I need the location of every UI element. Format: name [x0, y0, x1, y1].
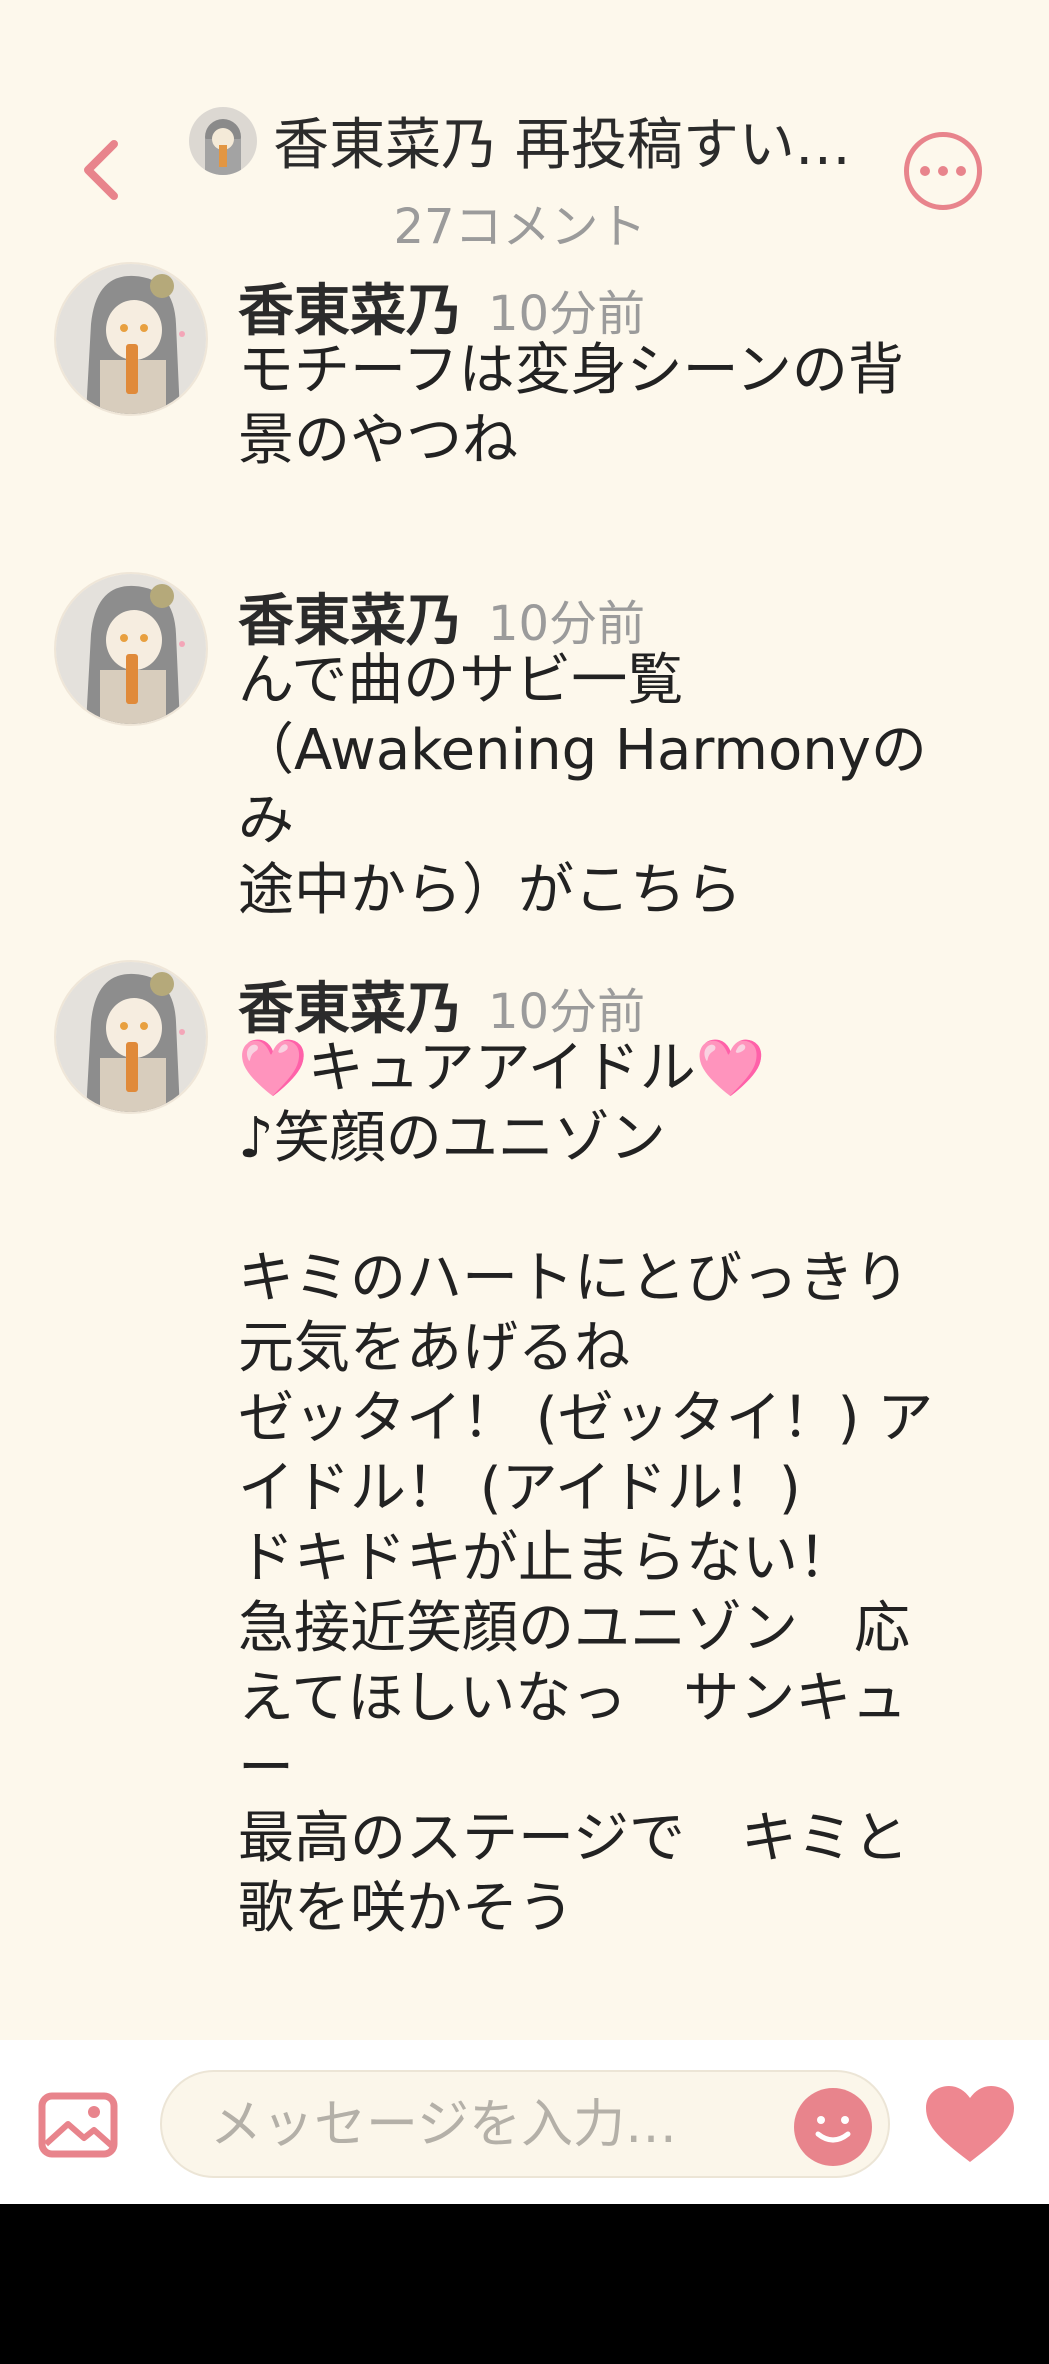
- comment-line: 🩷キュアアイドル🩷: [238, 1036, 766, 1101]
- chevron-left-icon: [84, 140, 118, 200]
- comment-text: モチーフは変身シーンの背 景のやつね: [238, 336, 978, 476]
- comment-body: 香東菜乃 10分前 🩷キュアアイドル🩷 ♪笑顔のユニゾン キミのハートにとびっき…: [238, 964, 978, 1944]
- comment-body: 香東菜乃 10分前 モチーフは変身シーンの背 景のやつね: [238, 266, 978, 476]
- comment-line: ゼッタイ！ (ゼッタイ！) ア: [238, 1386, 934, 1451]
- comment-line: ドキドキが止まらない！: [238, 1526, 854, 1591]
- comment-line: [238, 1174, 978, 1244]
- comment-time: 10分前: [488, 984, 646, 1040]
- comment-time: 10分前: [488, 286, 646, 342]
- comment-line: 景のやつね: [238, 408, 518, 473]
- back-button[interactable]: [70, 130, 130, 210]
- message-input-bar: [0, 2040, 1049, 2204]
- like-button[interactable]: [924, 2084, 1016, 2164]
- system-navigation-area: [0, 2204, 1049, 2364]
- comment-line: モチーフは変身シーンの背: [238, 338, 904, 403]
- comment-line: キミのハートにとびっきり: [238, 1246, 910, 1311]
- comment-time: 10分前: [488, 596, 646, 652]
- comment-author[interactable]: 香東菜乃: [238, 266, 462, 347]
- comment-text: 🩷キュアアイドル🩷 ♪笑顔のユニゾン キミのハートにとびっきり 元気をあげるね …: [238, 1034, 978, 1944]
- comment-line: 急接近笑顔のユニゾン 応: [238, 1596, 910, 1661]
- comment-body: 香東菜乃 10分前 んで曲のサビ一覧 （Awakening Harmonyのみ …: [238, 576, 978, 926]
- comment-line: んで曲のサビ一覧: [238, 648, 684, 713]
- chat-header: 香東菜乃 再投稿すい… 27コメント: [0, 0, 1049, 255]
- avatar[interactable]: [54, 262, 208, 416]
- message-input[interactable]: [208, 2086, 772, 2164]
- attach-image-button[interactable]: [38, 2092, 118, 2158]
- comment-line: えてほしいなっ サンキュ: [238, 1666, 908, 1731]
- comment-line: 途中から）がこちら: [238, 858, 742, 923]
- post-title: 香東菜乃 再投稿すい…: [273, 113, 851, 178]
- comment-line: 元気をあげるね: [238, 1316, 630, 1381]
- message-input-wrapper: [160, 2070, 890, 2178]
- comment-line: ー: [238, 1736, 294, 1801]
- smile-icon: [794, 2088, 872, 2166]
- comment-author[interactable]: 香東菜乃: [238, 964, 462, 1045]
- emoji-button[interactable]: [794, 2088, 872, 2166]
- comment-line: イドル！ (アイドル！): [238, 1456, 801, 1521]
- comment-text: んで曲のサビ一覧 （Awakening Harmonyのみ 途中から）がこちら: [238, 646, 978, 926]
- more-dot: [938, 166, 948, 176]
- image-icon: [38, 2092, 118, 2158]
- more-dot: [956, 166, 966, 176]
- avatar[interactable]: [54, 572, 208, 726]
- post-avatar: [189, 106, 258, 175]
- heart-icon: [926, 2086, 1014, 2162]
- comment-count: 27コメント: [393, 199, 647, 255]
- avatar[interactable]: [54, 960, 208, 1114]
- comment-line: （Awakening Harmonyのみ: [238, 718, 927, 853]
- header-title-area[interactable]: 香東菜乃 再投稿すい… 27コメント: [170, 100, 870, 257]
- more-options-button[interactable]: [904, 132, 982, 210]
- comment-line: 歌を咲かそう: [238, 1876, 574, 1941]
- more-dots-icon: [920, 166, 930, 176]
- comment-author[interactable]: 香東菜乃: [238, 576, 462, 657]
- comment-line: 最高のステージで キミと: [238, 1806, 909, 1871]
- comment-line: ♪笑顔のユニゾン: [238, 1106, 666, 1171]
